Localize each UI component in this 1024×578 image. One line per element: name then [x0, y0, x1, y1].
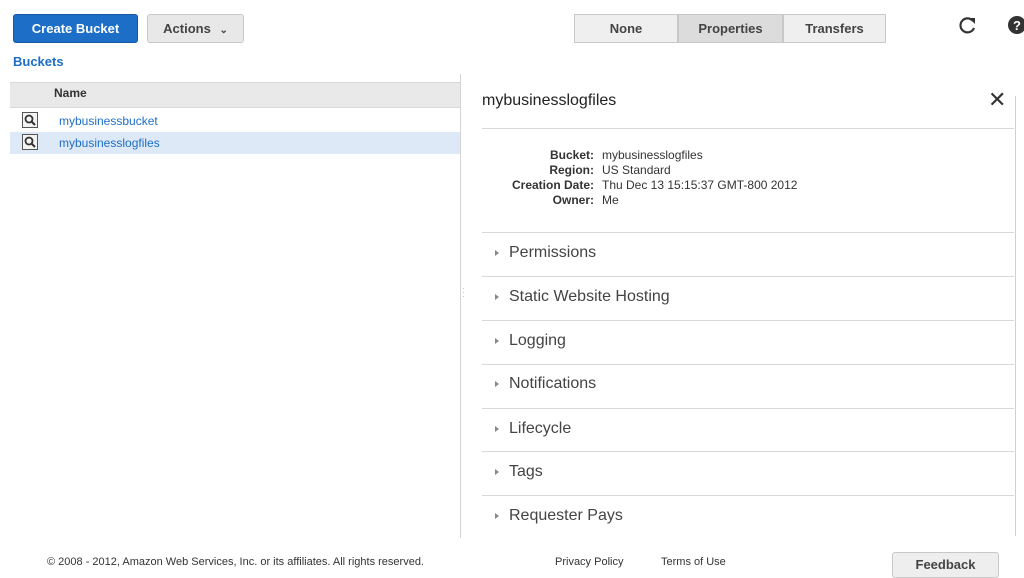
divider	[482, 451, 1014, 452]
detail-bucket: Bucket: mybusinesslogfiles	[482, 148, 1014, 163]
section-label: Requester Pays	[509, 507, 623, 524]
actions-dropdown-button[interactable]: Actions ⌄	[147, 14, 244, 43]
section-label: Lifecycle	[509, 420, 572, 437]
terms-of-use-link[interactable]: Terms of Use	[661, 556, 726, 568]
view-none-button[interactable]: None	[574, 14, 678, 43]
svg-text:?: ?	[1013, 18, 1021, 33]
divider	[482, 408, 1014, 409]
properties-panel: mybusinesslogfiles ✕ Bucket: mybusinessl…	[461, 74, 1024, 538]
detail-value: mybusinesslogfiles	[602, 148, 703, 162]
bucket-name[interactable]: mybusinessbucket	[59, 114, 158, 128]
section-static-website-hosting[interactable]: Static Website Hosting	[482, 278, 1014, 320]
section-permissions[interactable]: Permissions	[482, 234, 1014, 276]
chevron-down-icon: ⌄	[219, 25, 228, 36]
caret-right-icon	[495, 469, 499, 475]
detail-value: US Standard	[602, 163, 671, 177]
view-transfers-button[interactable]: Transfers	[783, 14, 886, 43]
section-label: Static Website Hosting	[509, 288, 670, 305]
refresh-icon[interactable]	[958, 15, 978, 41]
section-lifecycle[interactable]: Lifecycle	[482, 410, 1014, 452]
caret-right-icon	[495, 381, 499, 387]
feedback-button[interactable]: Feedback	[892, 552, 999, 578]
section-requester-pays[interactable]: Requester Pays	[482, 497, 1014, 539]
detail-key: Creation Date:	[511, 178, 594, 192]
caret-right-icon	[495, 338, 499, 344]
caret-right-icon	[495, 294, 499, 300]
bucket-row-selected[interactable]: mybusinesslogfiles	[10, 132, 460, 154]
detail-region: Region: US Standard	[482, 163, 1014, 178]
help-icon[interactable]: ?	[1007, 15, 1024, 41]
section-notifications[interactable]: Notifications	[482, 365, 1014, 407]
create-bucket-button[interactable]: Create Bucket	[13, 14, 138, 43]
list-header: Name	[10, 82, 460, 108]
divider	[482, 232, 1014, 233]
divider	[482, 495, 1014, 496]
bucket-name[interactable]: mybusinesslogfiles	[59, 136, 160, 150]
buckets-title: Buckets	[13, 54, 64, 69]
bucket-row[interactable]: mybusinessbucket	[10, 110, 460, 132]
section-label: Logging	[509, 332, 566, 349]
copyright-text: © 2008 - 2012, Amazon Web Services, Inc.…	[47, 556, 424, 568]
detail-value: Me	[602, 193, 619, 207]
actions-label: Actions	[163, 21, 211, 36]
divider	[482, 128, 1014, 129]
panel-title: mybusinesslogfiles	[482, 92, 617, 109]
caret-right-icon	[495, 250, 499, 256]
section-label: Tags	[509, 463, 543, 480]
detail-owner: Owner: Me	[482, 193, 1014, 208]
divider	[482, 320, 1014, 321]
close-icon[interactable]: ✕	[988, 87, 1006, 113]
caret-right-icon	[495, 513, 499, 519]
bucket-search-icon	[22, 112, 38, 128]
detail-key: Owner:	[552, 193, 594, 207]
bucket-search-icon	[22, 134, 38, 150]
panel-scrollbar[interactable]	[1015, 96, 1016, 536]
caret-right-icon	[495, 426, 499, 432]
section-tags[interactable]: Tags	[482, 453, 1014, 495]
detail-value: Thu Dec 13 15:15:37 GMT-800 2012	[602, 178, 798, 192]
section-label: Notifications	[509, 375, 597, 392]
view-properties-button[interactable]: Properties	[678, 14, 783, 43]
detail-key: Bucket:	[549, 148, 594, 162]
name-column-header[interactable]: Name	[54, 86, 87, 100]
divider	[482, 276, 1014, 277]
bucket-details: Bucket: mybusinesslogfiles Region: US St…	[482, 148, 1014, 208]
section-label: Permissions	[509, 244, 597, 261]
detail-key: Region:	[549, 163, 594, 177]
privacy-policy-link[interactable]: Privacy Policy	[555, 556, 623, 568]
section-logging[interactable]: Logging	[482, 322, 1014, 364]
detail-creation-date: Creation Date: Thu Dec 13 15:15:37 GMT-8…	[482, 178, 1014, 193]
